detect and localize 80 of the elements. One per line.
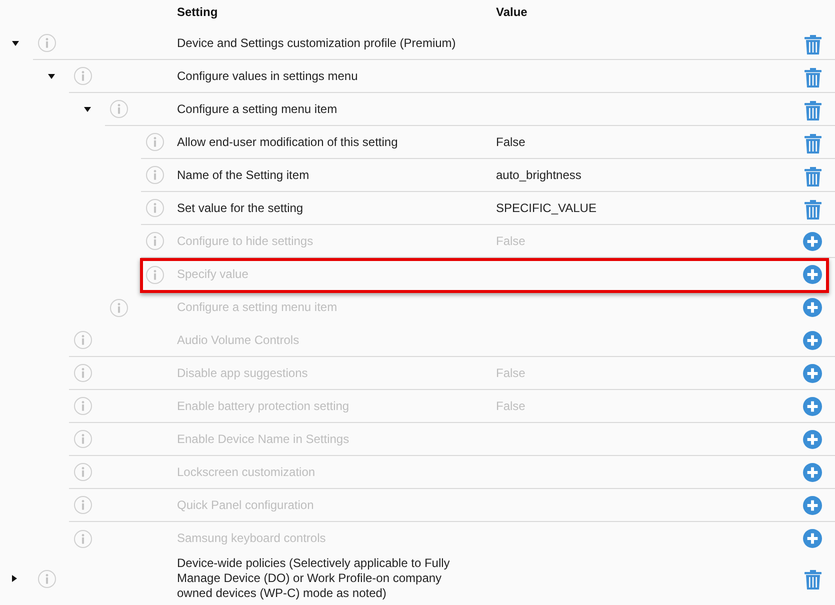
plus-circle-icon (803, 364, 822, 382)
setting-label: Configure values in settings menu (177, 68, 358, 82)
trash-icon (804, 34, 822, 54)
setting-label: Set value for the setting (177, 200, 304, 214)
delete-button[interactable] (804, 570, 822, 590)
info-icon[interactable] (146, 133, 164, 151)
caret-down-icon[interactable] (12, 41, 19, 46)
add-button[interactable] (803, 265, 822, 284)
setting-value: auto_brightness (496, 168, 582, 182)
delete-button[interactable] (804, 166, 822, 186)
add-button[interactable] (803, 364, 822, 382)
plus-circle-icon (803, 462, 822, 482)
setting-label: Quick Panel configuration (177, 498, 314, 512)
setting-label: Specify value (177, 267, 248, 281)
info-icon[interactable] (38, 34, 56, 52)
info-icon[interactable] (74, 463, 92, 481)
setting-value: SPECIFIC_VALUE (496, 200, 596, 214)
caret-right-icon[interactable] (12, 575, 17, 582)
add-button[interactable] (803, 232, 822, 250)
info-icon[interactable] (146, 266, 164, 284)
info-icon[interactable] (74, 496, 92, 514)
trash-icon (804, 134, 822, 154)
setting-label: Device-wide policies (Selectively applicable to Fully Manage Device (DO) or Work Profile-on company owned devices (WP-C) mode as noted) (177, 556, 450, 600)
delete-button[interactable] (804, 134, 822, 154)
info-icon[interactable] (38, 570, 56, 588)
add-button[interactable] (803, 298, 822, 317)
setting-label: Device and Settings customization profile (Premium) (177, 36, 456, 50)
caret-down-icon[interactable] (48, 74, 55, 79)
setting-label: Lockscreen customization (177, 464, 316, 478)
plus-circle-icon (803, 430, 822, 448)
plus-circle-icon (803, 265, 822, 284)
add-button[interactable] (803, 462, 822, 482)
info-icon[interactable] (74, 430, 92, 448)
delete-button[interactable] (804, 68, 822, 88)
plus-circle-icon (803, 298, 822, 317)
setting-value: False (496, 134, 526, 148)
info-icon[interactable] (74, 397, 92, 415)
add-button[interactable] (803, 330, 822, 350)
setting-value: False (496, 398, 526, 412)
setting-label: Enable Device Name in Settings (177, 432, 350, 446)
setting-label: Configure a setting menu item (177, 300, 338, 314)
info-icon[interactable] (146, 166, 164, 184)
info-icon[interactable] (74, 530, 92, 548)
info-icon[interactable] (146, 232, 164, 250)
setting-value: False (496, 234, 526, 248)
setting-label: Allow end-user modification of this setting (177, 134, 398, 148)
delete-button[interactable] (804, 200, 822, 220)
setting-label: Name of the Setting item (177, 168, 310, 182)
info-icon[interactable] (74, 364, 92, 382)
add-button[interactable] (803, 430, 822, 448)
info-icon[interactable] (110, 100, 128, 118)
delete-button[interactable] (804, 34, 822, 54)
add-button[interactable] (803, 496, 822, 514)
info-icon[interactable] (74, 67, 92, 85)
setting-label: Configure a setting menu item (177, 102, 338, 116)
setting-value: False (496, 366, 526, 380)
info-icon[interactable] (110, 298, 128, 316)
add-button[interactable] (803, 396, 822, 416)
trash-icon (804, 200, 822, 220)
setting-label: Audio Volume Controls (177, 332, 300, 346)
column-header: Setting (177, 5, 218, 19)
trash-icon (804, 570, 822, 590)
caret-down-icon[interactable] (84, 107, 91, 112)
plus-circle-icon (803, 330, 822, 350)
trash-icon (804, 166, 822, 186)
info-icon[interactable] (74, 331, 92, 349)
setting-label: Samsung keyboard controls (177, 531, 326, 545)
delete-button[interactable] (804, 100, 822, 120)
setting-label: Configure to hide settings (177, 234, 314, 248)
add-button[interactable] (803, 529, 822, 548)
trash-icon (804, 68, 822, 88)
plus-circle-icon (803, 529, 822, 548)
plus-circle-icon (803, 232, 822, 250)
trash-icon (804, 100, 822, 120)
setting-label: Enable battery protection setting (177, 398, 350, 412)
plus-circle-icon (803, 496, 822, 514)
info-icon[interactable] (146, 199, 164, 217)
column-header: Value (496, 5, 528, 19)
plus-circle-icon (803, 396, 822, 416)
setting-label: Disable app suggestions (177, 366, 308, 380)
